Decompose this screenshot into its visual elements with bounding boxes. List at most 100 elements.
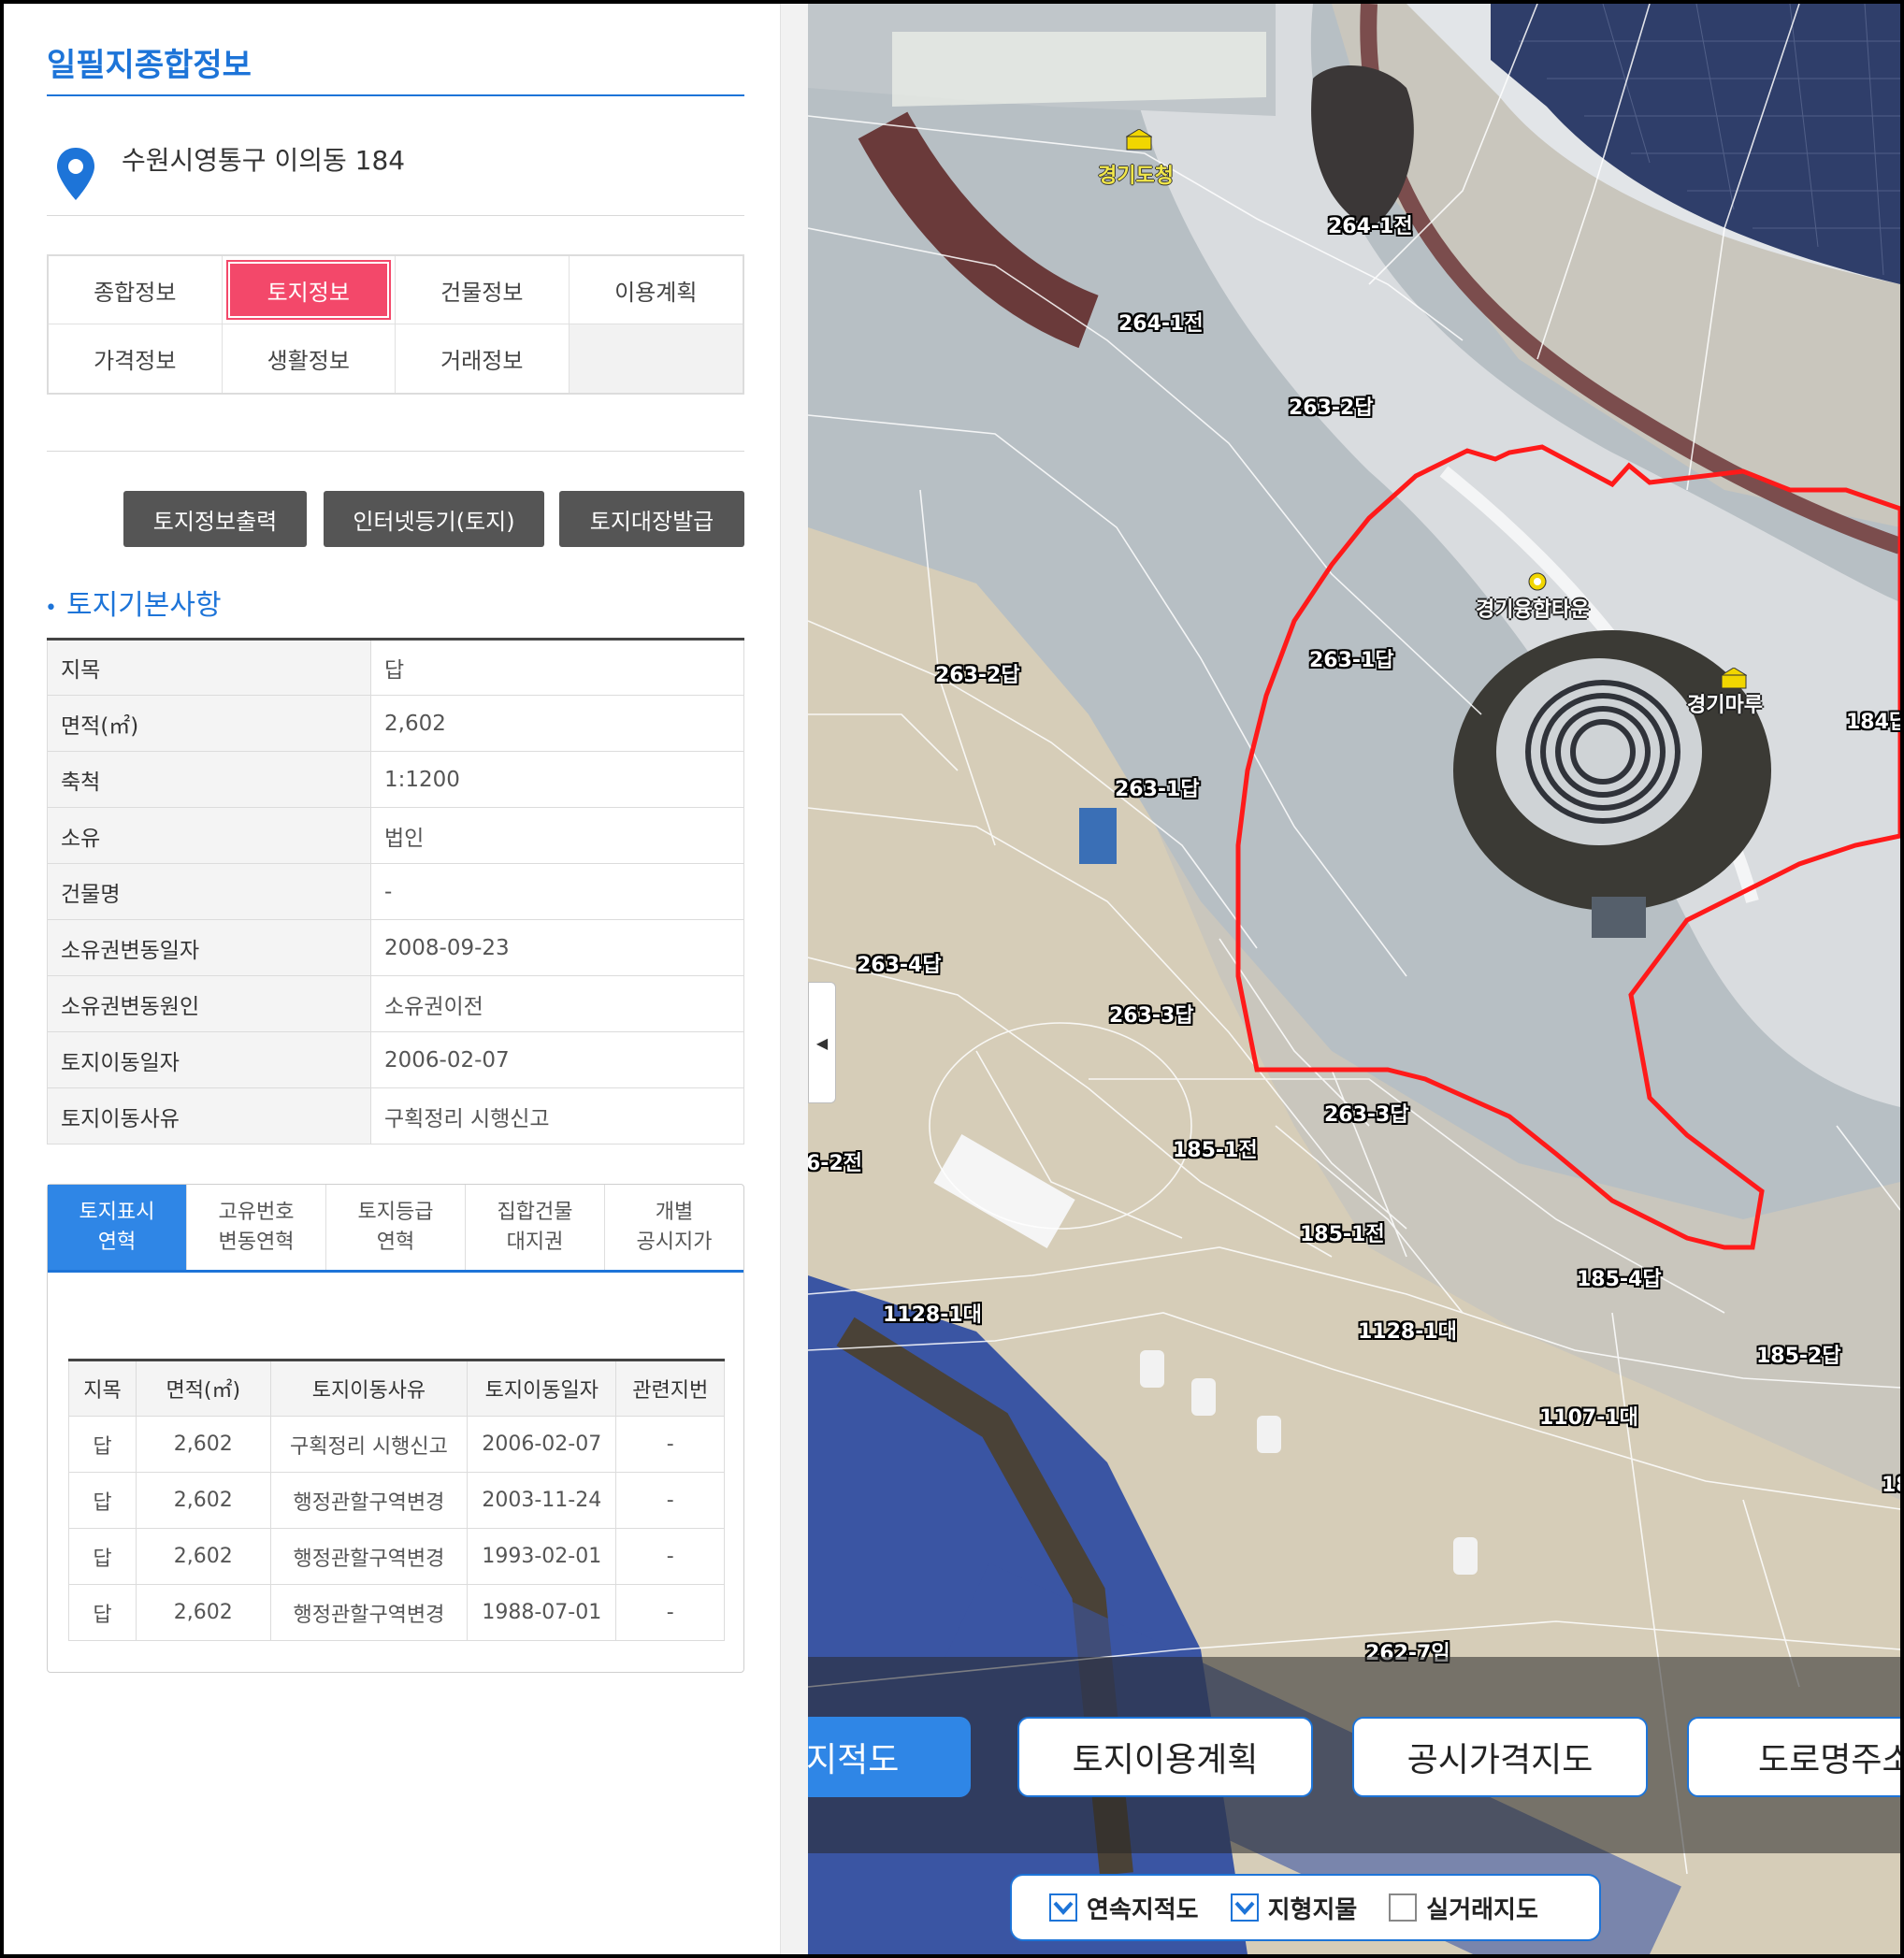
parcel-label: 1107-1대 <box>1539 1406 1638 1430</box>
info-value: 2,602 <box>370 695 744 752</box>
tab-empty-cell <box>569 324 743 393</box>
parcel-label: 263-4답 <box>857 954 942 977</box>
table-cell: 2,602 <box>135 1528 271 1585</box>
info-row: 건물명 - <box>47 863 744 920</box>
table-cell: 답 <box>68 1584 137 1641</box>
app-frame: 일필지종합정보 수원시영통구 이의동 184 종합정보 토지정보 건물정보 이용… <box>4 4 1900 1954</box>
parcel-label: 263-3답 <box>1324 1103 1409 1127</box>
page-title: 일필지종합정보 <box>47 47 252 84</box>
parcel-info-panel: 일필지종합정보 수원시영통구 이의동 184 종합정보 토지정보 건물정보 이용… <box>4 4 780 1954</box>
info-row: 소유권변동원인 소유권이전 <box>47 975 744 1032</box>
tab-land-info[interactable]: 토지정보 <box>222 256 396 324</box>
table-cell: - <box>615 1472 725 1529</box>
info-key: 소유권변동원인 <box>47 975 371 1032</box>
tabs-divider <box>47 451 744 452</box>
info-key: 축척 <box>47 751 371 808</box>
column-header: 지목 <box>68 1360 137 1417</box>
table-cell: 2,602 <box>135 1472 271 1529</box>
info-key: 토지이동사유 <box>47 1087 371 1145</box>
parcel-label: 263-1답 <box>1115 778 1200 801</box>
collapse-panel-button[interactable]: ◀ <box>808 982 836 1103</box>
section-title: • 토지기본사항 <box>45 589 222 622</box>
real-transaction-map-toggle[interactable]: 실거래지도 <box>1389 1891 1538 1925</box>
overlay-toggle-bar: 연속지적도 지형지물 실거래지도 <box>1010 1874 1601 1941</box>
poi-label-gyeonggi-provincial-office: 경기도청 <box>1098 165 1174 188</box>
table-cell: 1993-02-01 <box>467 1528 617 1585</box>
info-row: 지목 답 <box>47 639 744 696</box>
continuous-cadastral-toggle[interactable]: 연속지적도 <box>1049 1891 1199 1925</box>
info-value: 법인 <box>370 807 744 864</box>
parcel-label: 264-1전 <box>1118 312 1204 336</box>
info-value: 구획정리 시행신고 <box>370 1087 744 1145</box>
parcel-label: 264-1전 <box>1328 215 1413 238</box>
tab-living-info[interactable]: 생활정보 <box>223 324 396 393</box>
road-address-button[interactable]: 도로명주소 <box>1687 1717 1900 1797</box>
cadastral-map-button[interactable]: 지적도 <box>808 1717 971 1797</box>
parcel-label: 263-2답 <box>935 664 1020 687</box>
tab-land-grade-history[interactable]: 토지등급 연혁 <box>326 1185 466 1270</box>
tab-building-info[interactable]: 건물정보 <box>396 256 570 324</box>
map-view[interactable]: 264-1전 264-1전 263-2답 263-1답 263-2답 263-1… <box>808 4 1900 1954</box>
poi-label-gyeonggi-maru: 경기마루 <box>1687 694 1763 717</box>
parcel-label: 184답 <box>1846 711 1900 734</box>
table-cell: 행정관할구역변경 <box>269 1528 469 1585</box>
table-row: 답 2,602 행정관할구역변경 1993-02-01- <box>68 1528 725 1585</box>
land-ledger-issue-button[interactable]: 토지대장발급 <box>559 491 744 547</box>
flower-marker-icon <box>1528 572 1547 591</box>
land-info-print-button[interactable]: 토지정보출력 <box>123 491 307 547</box>
public-price-map-button[interactable]: 공시가격지도 <box>1352 1717 1648 1797</box>
history-panel: 토지표시 연혁 고유번호 변동연혁 토지등급 연혁 집합건물 대지권 개별 공시… <box>47 1184 744 1673</box>
table-cell: - <box>615 1416 725 1473</box>
address-divider <box>47 215 744 216</box>
column-header: 면적(㎡) <box>135 1360 271 1417</box>
table-row: 답 2,602 행정관할구역변경 1988-07-01- <box>68 1584 725 1641</box>
info-key: 지목 <box>47 639 371 696</box>
tab-land-use-plan[interactable]: 이용계획 <box>569 256 743 324</box>
parcel-label: 185-2답 <box>1756 1345 1841 1368</box>
info-key: 면적(㎡) <box>47 695 371 752</box>
tab-price-info[interactable]: 가격정보 <box>49 324 223 393</box>
table-row: 답 2,602 행정관할구역변경 2003-11-24- <box>68 1472 725 1529</box>
table-cell: 2003-11-24 <box>467 1472 617 1529</box>
info-value: 소유권이전 <box>370 975 744 1032</box>
tab-unique-number-history[interactable]: 고유번호 변동연혁 <box>187 1185 326 1270</box>
parcel-address: 수원시영통구 이의동 184 <box>122 145 406 176</box>
table-cell: 구획정리 시행신고 <box>269 1416 469 1473</box>
land-use-plan-button[interactable]: 토지이용계획 <box>1017 1717 1313 1797</box>
location-pin-icon <box>57 148 94 200</box>
info-value: 답 <box>370 639 744 696</box>
parcel-label: 263-2답 <box>1289 396 1374 420</box>
tab-transaction-info[interactable]: 거래정보 <box>396 324 570 393</box>
tab-official-land-price[interactable]: 개별 공시지가 <box>605 1185 743 1270</box>
government-building-icon <box>1721 668 1747 689</box>
table-cell: 2,602 <box>135 1416 271 1473</box>
topography-toggle[interactable]: 지형지물 <box>1230 1891 1357 1925</box>
table-cell: 행정관할구역변경 <box>269 1584 469 1641</box>
poi-label-gyeonggi-convergence-town: 경기융합타운 <box>1476 598 1590 622</box>
checkbox-checked-icon <box>1049 1893 1077 1922</box>
table-cell: 2006-02-07 <box>467 1416 617 1473</box>
table-cell: - <box>615 1528 725 1585</box>
column-header: 토지이동일자 <box>467 1360 617 1417</box>
tab-general-info[interactable]: 종합정보 <box>49 256 223 324</box>
table-cell: 답 <box>68 1416 137 1473</box>
column-header: 토지이동사유 <box>269 1360 469 1417</box>
internet-registry-button[interactable]: 인터넷등기(토지) <box>324 491 544 547</box>
parcel-label: 18 <box>1882 1474 1900 1497</box>
table-cell: 답 <box>68 1528 137 1585</box>
parcel-label: 6-2전 <box>808 1152 862 1175</box>
tab-land-display-history[interactable]: 토지표시 연혁 <box>48 1185 187 1270</box>
panel-divider <box>780 4 808 1954</box>
history-tabs: 토지표시 연혁 고유번호 변동연혁 토지등급 연혁 집합건물 대지권 개별 공시… <box>48 1185 743 1273</box>
checkbox-checked-icon <box>1230 1893 1259 1922</box>
parcel-label: 185-1전 <box>1173 1139 1258 1162</box>
table-cell: - <box>615 1584 725 1641</box>
tab-collective-building-rights[interactable]: 집합건물 대지권 <box>466 1185 605 1270</box>
info-key: 토지이동일자 <box>47 1031 371 1088</box>
table-cell: 2,602 <box>135 1584 271 1641</box>
info-value: 1:1200 <box>370 751 744 808</box>
chevron-left-icon: ◀ <box>815 1033 829 1052</box>
table-cell: 행정관할구역변경 <box>269 1472 469 1529</box>
info-row: 축척 1:1200 <box>47 751 744 808</box>
info-tab-grid: 종합정보 토지정보 건물정보 이용계획 가격정보 생활정보 거래정보 <box>47 254 744 395</box>
